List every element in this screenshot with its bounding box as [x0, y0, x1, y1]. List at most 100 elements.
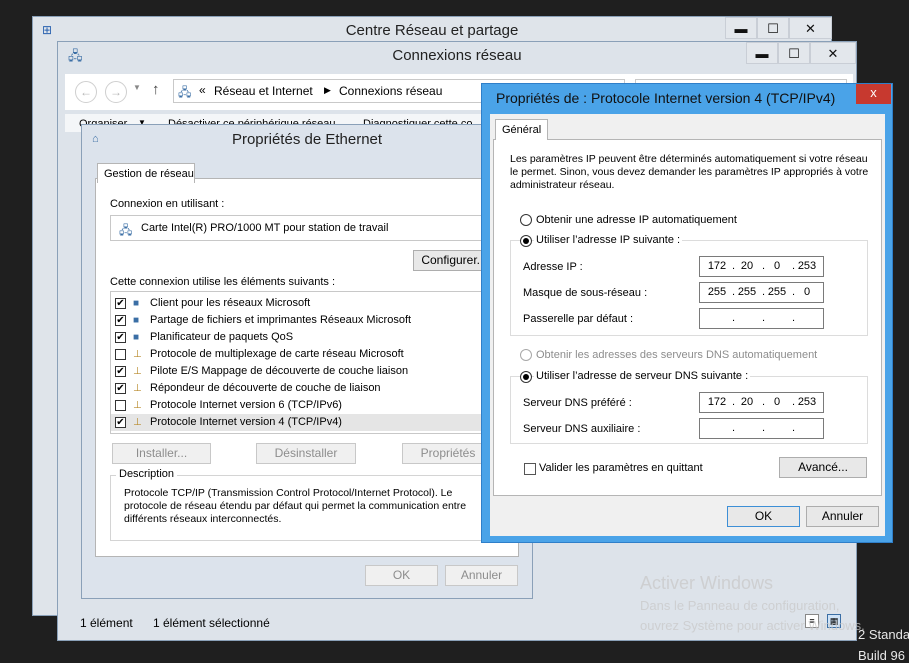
connect-using-label: Connexion en utilisant :: [110, 198, 225, 210]
install-button[interactable]: Installer...: [112, 443, 211, 464]
list-item-checkbox[interactable]: [115, 349, 126, 360]
connexions-title: Connexions réseau: [392, 47, 522, 64]
mask-octet: 255: [767, 286, 787, 298]
back-button[interactable]: ←: [75, 81, 97, 103]
dns-preferred-label: Serveur DNS préféré :: [523, 397, 632, 409]
ipv4-tab-panel: Les paramètres IP peuvent être déterminé…: [493, 139, 882, 496]
manual-dns-label[interactable]: Utiliser l’adresse de serveur DNS suivan…: [534, 370, 751, 382]
ip-address-label: Adresse IP :: [523, 261, 583, 273]
list-item[interactable]: ✔ ⊥ Pilote E/S Mappage de découverte de …: [111, 363, 485, 380]
network-service-icon: ■: [133, 315, 140, 326]
adapter-field: 🖧 Carte Intel(R) PRO/1000 MT pour statio…: [110, 215, 486, 241]
manual-ip-label[interactable]: Utiliser l’adresse IP suivante :: [534, 234, 683, 246]
selection-count: 1 élément sélectionné: [153, 616, 270, 630]
ethernet-tab-header[interactable]: Gestion de réseau: [97, 163, 195, 183]
list-item[interactable]: ✔ ■ Client pour les réseaux Microsoft: [111, 295, 485, 312]
advanced-button[interactable]: Avancé...: [779, 457, 867, 478]
protocol-icon: ⊥: [133, 400, 142, 411]
ipv4-cancel-button[interactable]: Annuler: [806, 506, 879, 527]
list-item[interactable]: ⊥ Protocole de multiplexage de carte rés…: [111, 346, 485, 363]
adapter-name: Carte Intel(R) PRO/1000 MT pour station …: [141, 222, 389, 234]
ip-address-field[interactable]: 172. 20. 0. 253: [699, 256, 824, 277]
auto-dns-radio[interactable]: [520, 349, 532, 361]
ipv4-ok-button[interactable]: OK: [727, 506, 800, 527]
description-group: Description Protocole TCP/IP (Transmissi…: [110, 468, 486, 541]
manual-ip-radio[interactable]: [520, 235, 532, 247]
manual-ip-group: Adresse IP : 172. 20. 0. 253 Masque de s…: [510, 240, 868, 336]
list-item[interactable]: ⊥ Protocole Internet version 6 (TCP/IPv6…: [111, 397, 485, 414]
list-item-checkbox[interactable]: ✔: [115, 315, 126, 326]
list-item-checkbox[interactable]: [115, 400, 126, 411]
validate-label[interactable]: Valider les paramètres en quittant: [539, 462, 703, 474]
list-item-label: Pilote E/S Mappage de découverte de couc…: [150, 365, 409, 377]
subnet-mask-label: Masque de sous-réseau :: [523, 287, 648, 299]
history-dropdown-icon[interactable]: ▼: [133, 83, 141, 92]
up-button[interactable]: ↑: [152, 81, 160, 98]
breadcrumb-prefix: «: [199, 83, 206, 97]
maximize-button[interactable]: ☐: [757, 17, 789, 39]
close-button[interactable]: x: [856, 84, 891, 104]
forward-button[interactable]: →: [105, 81, 127, 103]
ipv4-dialog-title: Propriétés de : Protocole Internet versi…: [496, 90, 836, 106]
ethernet-tab-panel: Connexion en utilisant : 🖧 Carte Intel(R…: [95, 178, 519, 557]
item-count: 1 élément: [80, 616, 133, 630]
dns-octet: 20: [740, 396, 754, 408]
breadcrumb-item-reseau-internet[interactable]: Réseau et Internet: [214, 84, 313, 98]
network-client-icon: ■: [133, 298, 140, 309]
subnet-mask-field[interactable]: 255. 255. 255. 0: [699, 282, 824, 303]
general-tab-header[interactable]: Général: [495, 119, 548, 140]
list-item-checkbox[interactable]: ✔: [115, 332, 126, 343]
gateway-field[interactable]: . . .: [699, 308, 824, 329]
list-item-selected[interactable]: ✔ ⊥ Protocole Internet version 4 (TCP/IP…: [111, 414, 485, 431]
protocol-icon: ⊥: [133, 383, 142, 394]
ethernet-tab-label: Gestion de réseau: [104, 168, 194, 180]
activation-watermark-line: ouvrez Système pour activer Windows.: [640, 618, 865, 633]
list-item-label: Client pour les réseaux Microsoft: [150, 297, 311, 309]
ip-octet: 253: [797, 260, 817, 272]
list-item-checkbox[interactable]: ✔: [115, 417, 126, 428]
desktop-edition-text: 2 Standa: [858, 627, 909, 642]
auto-dns-label[interactable]: Obtenir les adresses des serveurs DNS au…: [536, 349, 817, 361]
list-item[interactable]: ✔ ⊥ Répondeur de découverte de couche de…: [111, 380, 485, 397]
uninstall-button[interactable]: Désinstaller: [256, 443, 356, 464]
list-item-label: Protocole Internet version 6 (TCP/IPv6): [150, 399, 342, 411]
close-button[interactable]: ✕: [789, 17, 832, 39]
mask-octet: 255: [737, 286, 757, 298]
gateway-label: Passerelle par défaut :: [523, 313, 634, 325]
list-item-checkbox[interactable]: ✔: [115, 366, 126, 377]
list-item[interactable]: ✔ ■ Partage de fichiers et imprimantes R…: [111, 312, 485, 329]
protocol-icon: ⊥: [133, 366, 142, 377]
ethernet-cancel-button[interactable]: Annuler: [445, 565, 518, 586]
ethernet-properties-dialog: ⌂ Propriétés de Ethernet Connexion en ut…: [81, 124, 533, 599]
list-item-label: Planificateur de paquets QoS: [150, 331, 294, 343]
network-connections-icon: 🖧: [68, 48, 83, 63]
dns-octet: 0: [773, 396, 781, 408]
list-item[interactable]: ✔ ■ Planificateur de paquets QoS: [111, 329, 485, 346]
list-item-checkbox[interactable]: ✔: [115, 383, 126, 394]
protocol-icon: ⊥: [133, 417, 142, 428]
ip-octet: 0: [773, 260, 781, 272]
validate-checkbox[interactable]: [524, 463, 536, 475]
activation-watermark-title: Activer Windows: [640, 573, 774, 593]
ip-octet: 172: [707, 260, 727, 272]
maximize-button[interactable]: ☐: [778, 42, 810, 64]
dns-alternate-field[interactable]: . . .: [699, 418, 824, 439]
minimize-button[interactable]: ▬: [746, 42, 778, 64]
adapter-icon: 🖧: [119, 223, 133, 237]
components-list[interactable]: ✔ ■ Client pour les réseaux Microsoft ✔ …: [110, 291, 486, 434]
manual-dns-radio[interactable]: [520, 371, 532, 383]
dns-octet: 172: [707, 396, 727, 408]
auto-ip-radio[interactable]: [520, 214, 532, 226]
mask-octet: 0: [803, 286, 811, 298]
ethernet-ok-button[interactable]: OK: [365, 565, 438, 586]
activation-watermark-line: Dans le Panneau de configuration,: [640, 598, 840, 613]
dns-preferred-field[interactable]: 172. 20. 0. 253: [699, 392, 824, 413]
minimize-button[interactable]: ▬: [725, 17, 757, 39]
close-button[interactable]: ✕: [810, 42, 856, 64]
items-label: Cette connexion utilise les éléments sui…: [110, 276, 336, 288]
ip-octet: 20: [740, 260, 754, 272]
auto-ip-label[interactable]: Obtenir une adresse IP automatiquement: [536, 214, 737, 226]
breadcrumb-item-connexions[interactable]: Connexions réseau: [339, 84, 442, 98]
list-item-checkbox[interactable]: ✔: [115, 298, 126, 309]
list-item-label: Répondeur de découverte de couche de lia…: [150, 382, 381, 394]
